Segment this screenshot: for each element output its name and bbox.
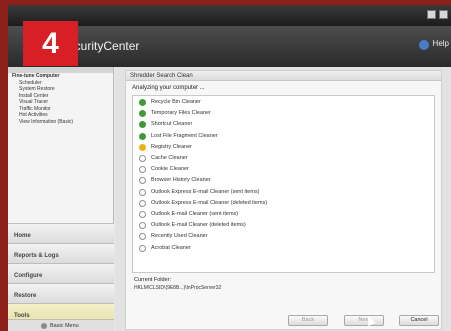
pending-icon — [139, 166, 146, 174]
pending-icon — [139, 244, 146, 252]
cleaner-item-label: Temporary Files Cleaner — [151, 110, 211, 117]
cleaner-item: Browser History Cleaner — [133, 176, 433, 185]
current-folder-path: HKLM\CLSID\{9E8B...}\InProcServer32 — [134, 285, 222, 291]
cleaner-item-label: Browser History Cleaner — [151, 177, 211, 184]
cleaner-item-label: Outlook Express E-mail Cleaner (deleted … — [151, 199, 268, 206]
cleaner-item-label: Outlook Express E-mail Cleaner (sent ite… — [151, 188, 260, 195]
check-icon — [139, 99, 146, 106]
pending-icon — [139, 211, 146, 218]
main-content: Shredder Search Clean Analyzing your com… — [115, 67, 451, 331]
next-button[interactable]: Next — [344, 315, 384, 326]
cleaner-item-label: Acrobat Cleaner — [151, 244, 191, 251]
cleaner-item: Acrobat Cleaner — [133, 244, 433, 253]
cleaner-item: Outlook Express E-mail Cleaner (deleted … — [133, 199, 433, 208]
cleaner-item-label: Cache Cleaner — [151, 155, 188, 161]
cleaner-item: Recycle Bin Cleaner — [133, 98, 433, 107]
cleaner-item: Lost File Fragment Cleaner — [133, 132, 433, 141]
cleaner-list: Recycle Bin Cleaner Temporary Files Clean… — [132, 95, 435, 273]
pending-icon — [139, 199, 146, 207]
cleaner-item-label: Recycle Bin Cleaner — [151, 99, 201, 105]
cleaner-item: Recently Used Cleaner — [133, 232, 433, 241]
panel-title: Shredder Search Clean — [130, 73, 193, 79]
pending-icon — [139, 222, 146, 230]
cleaner-item: Shortcut Cleaner — [133, 120, 433, 129]
pending-icon — [139, 155, 146, 162]
cleaner-item-label: Outlook E-mail Cleaner (sent items) — [151, 211, 239, 217]
help-link[interactable]: Help — [433, 39, 449, 48]
step-badge: 4 — [23, 21, 78, 66]
cleaner-item: Cookie Cleaner — [133, 165, 433, 174]
cleaner-item-label: Recently Used Cleaner — [151, 233, 208, 240]
current-folder-label: Current Folder: — [134, 277, 171, 283]
sidebar: Fine-tune Computer Scheduler System Rest… — [8, 67, 114, 331]
pending-icon — [139, 188, 146, 196]
cancel-button[interactable]: Cancel — [399, 315, 439, 326]
cleaner-item-label: Cookie Cleaner — [151, 166, 189, 173]
cleaner-item: Cache Cleaner — [133, 154, 433, 163]
cleaner-item-label: Shortcut Cleaner — [151, 121, 193, 128]
check-icon — [139, 110, 146, 118]
cleaner-item-label: Registry Cleaner — [151, 143, 192, 150]
tree-item-view-information[interactable]: View Information (Basic) — [8, 119, 113, 126]
cleaner-item: Temporary Files Cleaner — [133, 109, 433, 118]
cleaner-item-label: Outlook E-mail Cleaner (deleted items) — [151, 222, 246, 229]
back-button[interactable]: Back — [288, 315, 328, 326]
check-icon — [139, 121, 146, 129]
cleaner-item: Outlook E-mail Cleaner (deleted items) — [133, 221, 433, 230]
pending-icon — [139, 233, 146, 241]
in-progress-icon — [139, 143, 146, 151]
basic-view-label: Basic Menu — [50, 323, 79, 329]
help-icon[interactable] — [419, 40, 429, 50]
check-icon — [139, 132, 146, 140]
cleaner-item: Registry Cleaner — [133, 143, 433, 152]
cleaner-item: Outlook E-mail Cleaner (sent items) — [133, 210, 433, 219]
cleaner-panel: Shredder Search Clean Analyzing your com… — [125, 70, 442, 330]
cleaner-item: Outlook Express E-mail Cleaner (sent ite… — [133, 188, 433, 197]
pending-icon — [139, 177, 146, 185]
close-button[interactable] — [439, 10, 448, 19]
basic-view-button[interactable]: Basic Menu — [8, 319, 114, 331]
basic-menu-icon — [41, 323, 47, 329]
app-window: SecurityCenter Help Fine-tune Computer S… — [8, 5, 451, 331]
minimize-button[interactable] — [427, 10, 436, 19]
status-text: Analyzing your computer ... — [132, 85, 205, 91]
cleaner-item-label: Lost File Fragment Cleaner — [151, 132, 218, 139]
